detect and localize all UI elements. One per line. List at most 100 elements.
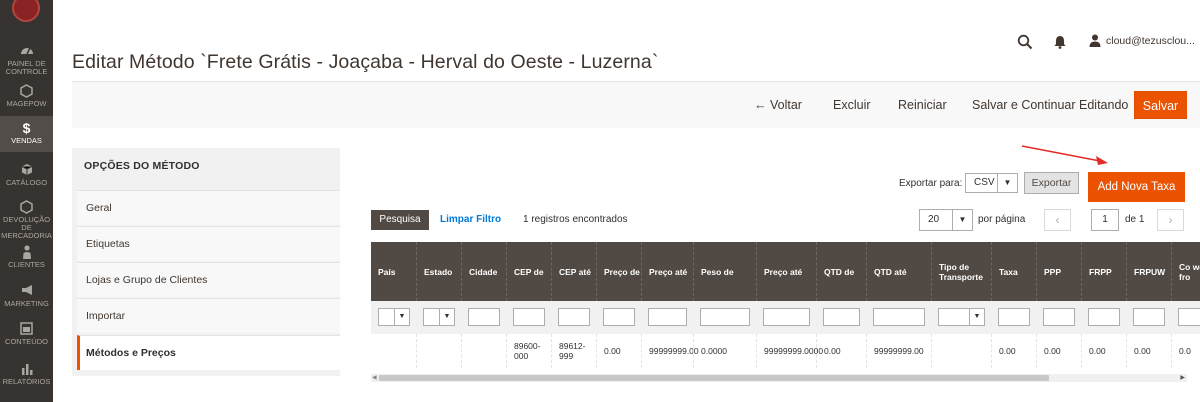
column-header[interactable]: Taxa <box>991 242 1036 301</box>
export-format-select[interactable]: CSV ▼ <box>965 173 1018 193</box>
column-header[interactable]: Preço de <box>596 242 641 301</box>
add-rate-button[interactable]: Add Nova Taxa <box>1088 172 1185 202</box>
column-header[interactable]: QTD até <box>866 242 931 301</box>
reset-button[interactable]: Reiniciar <box>898 82 947 128</box>
tab-labels[interactable]: Etiquetas <box>77 226 340 261</box>
tab-methods-prices[interactable]: Métodos e Preços <box>77 335 340 370</box>
column-header[interactable]: FRPUW <box>1126 242 1171 301</box>
table-cell: 89612-999 <box>551 334 596 368</box>
column-filter-select[interactable]: ▼ <box>423 308 455 326</box>
table-cell <box>931 334 991 368</box>
column-filter-input[interactable] <box>873 308 925 326</box>
column-filter-input[interactable] <box>823 308 860 326</box>
column-filter-input[interactable] <box>1178 308 1200 326</box>
tab-general[interactable]: Geral <box>77 190 340 225</box>
column-filter-input[interactable] <box>700 308 750 326</box>
nav-dashboard-label: PAINEL DE CONTROLE <box>5 59 48 76</box>
hexagon-icon <box>0 84 53 98</box>
column-header[interactable]: CEP até <box>551 242 596 301</box>
column-filter-select[interactable]: ▼ <box>378 308 410 326</box>
column-header[interactable]: País <box>371 242 416 301</box>
column-filter-input[interactable] <box>998 308 1030 326</box>
column-filter-input[interactable] <box>1088 308 1120 326</box>
nav-sales[interactable]: $ VENDAS <box>0 116 53 152</box>
nav-catalog[interactable]: CATÁLOGO <box>0 163 53 187</box>
method-options-panel: OPÇÕES DO MÉTODO Geral Etiquetas Lojas e… <box>72 148 340 376</box>
table-cell <box>461 334 506 368</box>
column-header[interactable]: Co we fro <box>1171 242 1200 301</box>
chevron-down-icon: ▼ <box>394 309 409 325</box>
column-header[interactable]: FRPP <box>1081 242 1126 301</box>
nav-customers[interactable]: CLIENTES <box>0 245 53 269</box>
table-cell <box>416 334 461 368</box>
column-header[interactable]: Peso de <box>693 242 756 301</box>
table-cell: 0.0 <box>1171 334 1200 368</box>
cube-icon <box>0 163 53 177</box>
column-filter-input[interactable] <box>603 308 635 326</box>
nav-returns-label: DEVOLUÇÃO DE MERCADORIA <box>1 215 52 240</box>
dollar-icon: $ <box>22 120 31 136</box>
search-icon[interactable] <box>1017 34 1033 50</box>
per-page-select[interactable]: 20 ▼ <box>919 209 973 231</box>
column-filter-input[interactable] <box>558 308 590 326</box>
page-input[interactable]: 1 <box>1091 209 1119 231</box>
admin-sidebar: PAINEL DE CONTROLE MAGEPOW $ VENDAS CATÁ… <box>0 0 53 402</box>
scrollbar-thumb[interactable] <box>379 375 1049 381</box>
page-total: de 1 <box>1125 214 1145 225</box>
horizontal-scrollbar[interactable]: ◀ ▶ <box>371 374 1187 382</box>
bell-icon[interactable] <box>1054 35 1066 49</box>
chevron-down-icon: ▼ <box>997 174 1017 192</box>
export-button[interactable]: Exportar <box>1024 172 1079 194</box>
column-header[interactable]: Preço até <box>641 242 693 301</box>
column-header[interactable]: Tipo de Transporte <box>931 242 991 301</box>
save-button[interactable]: Salvar <box>1134 91 1187 119</box>
column-filter-select[interactable]: ▼ <box>938 308 985 326</box>
nav-reports[interactable]: RELATÓRIOS <box>0 362 53 386</box>
table-row[interactable]: 89600-000 89612-999 0.00 99999999.00 0.0000 9… <box>371 334 1200 368</box>
nav-returns[interactable]: DEVOLUÇÃO DE MERCADORIA <box>0 200 53 240</box>
magento-logo[interactable] <box>12 0 40 22</box>
scroll-right-icon[interactable]: ▶ <box>1180 374 1185 382</box>
column-filter-input[interactable] <box>1133 308 1165 326</box>
chevron-down-icon: ▼ <box>439 309 454 325</box>
column-header[interactable]: Cidade <box>461 242 506 301</box>
nav-marketing[interactable]: MARKETING <box>0 284 53 308</box>
chevron-down-icon: ▼ <box>952 210 972 230</box>
user-menu[interactable]: cloud@tezusclou... ▼ <box>1089 34 1200 47</box>
nav-content[interactable]: CONTEÚDO <box>0 322 53 346</box>
nav-dashboard[interactable]: PAINEL DE CONTROLE <box>0 44 53 76</box>
back-button[interactable]: ← Voltar <box>754 82 802 128</box>
column-header[interactable]: QTD de <box>816 242 866 301</box>
table-cell: 0.00 <box>596 334 641 368</box>
nav-magepow-label: MAGEPOW <box>6 99 47 108</box>
column-filter-input[interactable] <box>763 308 810 326</box>
scroll-left-icon[interactable]: ◀ <box>372 374 377 382</box>
hexagon-icon <box>0 200 53 214</box>
panel-title: OPÇÕES DO MÉTODO <box>84 160 200 172</box>
save-continue-button[interactable]: Salvar e Continuar Editando <box>972 82 1128 128</box>
grid-filters: ▼ ▼ ▼ <box>371 301 1200 334</box>
tab-stores-groups[interactable]: Lojas e Grupo de Clientes <box>77 262 340 297</box>
column-header[interactable]: CEP de <box>506 242 551 301</box>
search-button[interactable]: Pesquisa <box>371 210 429 230</box>
table-cell: 0.0000 <box>693 334 756 368</box>
next-page-button[interactable]: › <box>1157 209 1184 231</box>
prev-page-button[interactable]: ‹ <box>1044 209 1071 231</box>
export-label: Exportar para: <box>899 178 963 189</box>
per-page-label: por página <box>978 214 1026 225</box>
column-header[interactable]: Estado <box>416 242 461 301</box>
column-filter-input[interactable] <box>513 308 545 326</box>
column-filter-input[interactable] <box>648 308 687 326</box>
column-filter-input[interactable] <box>468 308 500 326</box>
table-cell: 0.00 <box>1036 334 1081 368</box>
tab-import[interactable]: Importar <box>77 298 340 333</box>
table-cell: 0.00 <box>1081 334 1126 368</box>
column-filter-input[interactable] <box>1043 308 1075 326</box>
column-header[interactable]: Preço até <box>756 242 816 301</box>
nav-magepow[interactable]: MAGEPOW <box>0 84 53 108</box>
table-cell: 0.00 <box>816 334 866 368</box>
delete-button[interactable]: Excluir <box>833 82 871 128</box>
table-cell: 89600-000 <box>506 334 551 368</box>
reset-filter-link[interactable]: Limpar Filtro <box>440 214 501 225</box>
column-header[interactable]: PPP <box>1036 242 1081 301</box>
